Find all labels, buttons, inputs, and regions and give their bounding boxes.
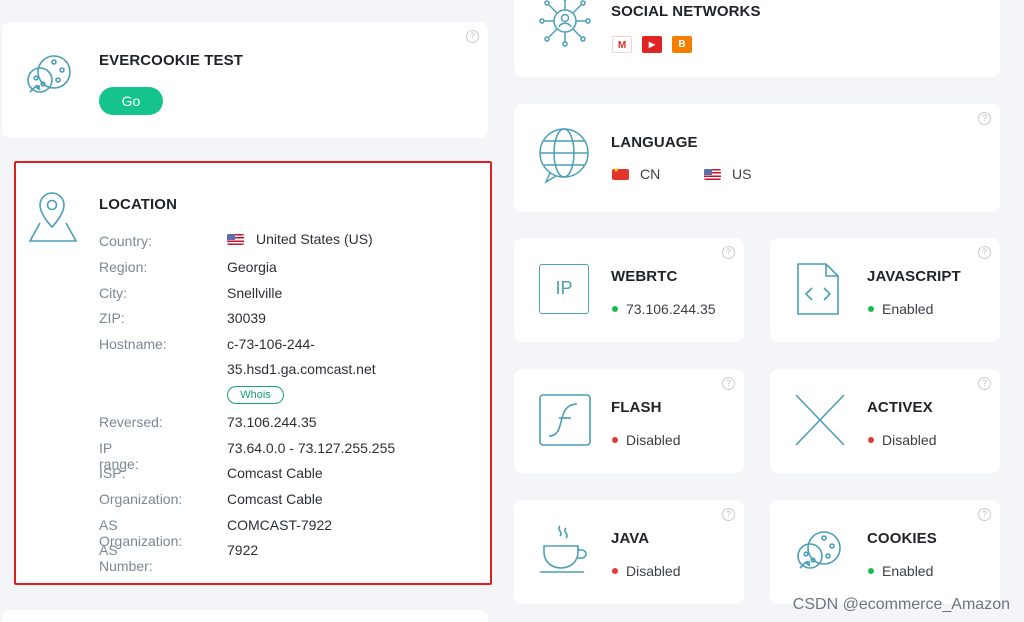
row-value: 30039 [227, 310, 266, 326]
status-dot [868, 306, 874, 312]
row-label: ISP: [99, 465, 126, 481]
status-dot [868, 568, 874, 574]
row-value: Georgia [227, 259, 277, 275]
row-label: Country: [99, 233, 152, 249]
flash-title: FLASH [611, 399, 662, 416]
blogger-icon: B [672, 36, 692, 53]
youtube-icon: ▶ [642, 36, 662, 53]
webrtc-ip: 73.106.244.35 [626, 301, 716, 317]
java-title: JAVA [611, 530, 650, 547]
language-card: ? LANGUAGE CN US [514, 104, 1000, 212]
row-value-continued: 35.hsd1.ga.comcast.net [227, 361, 376, 377]
network-user-icon [539, 0, 591, 47]
language-title: LANGUAGE [611, 134, 698, 151]
activex-title: ACTIVEX [867, 399, 933, 416]
cookies-status: Enabled [868, 563, 933, 579]
coffee-cup-icon [540, 525, 587, 573]
row-label: Hostname: [99, 336, 167, 352]
activex-status: Disabled [868, 432, 936, 448]
webrtc-title: WEBRTC [611, 268, 678, 285]
activex-card: ? ACTIVEX Disabled [770, 369, 1000, 473]
country-value: United States (US) [256, 231, 373, 247]
evercookie-title: EVERCOOKIE TEST [99, 52, 244, 69]
status-dot [612, 306, 618, 312]
javascript-title: JAVASCRIPT [867, 268, 961, 285]
cookies-value: Enabled [882, 563, 934, 579]
help-icon[interactable]: ? [978, 112, 991, 125]
cn-flag-icon [612, 166, 629, 180]
status-dot [612, 568, 618, 574]
ip-icon: IP [539, 264, 589, 314]
java-status: Disabled [612, 563, 680, 579]
help-icon[interactable]: ? [978, 508, 991, 521]
java-card: ? JAVA Disabled [514, 500, 744, 604]
language-code: CN [640, 166, 661, 182]
row-value: c-73-106-244- [227, 336, 315, 352]
cookies-card: ? COOKIES Enabled [770, 500, 1000, 604]
whois-button[interactable]: Whois [227, 386, 284, 404]
flash-status: Disabled [612, 432, 680, 448]
row-value: 7922 [227, 542, 259, 558]
cookies-icon [797, 531, 841, 569]
row-value: 73.106.244.35 [227, 414, 317, 430]
row-label: ZIP: [99, 310, 125, 326]
evercookie-card: ? EVERCOOKIE TEST Go [2, 22, 488, 138]
cookies-title: COOKIES [867, 530, 937, 547]
next-card-partial [2, 610, 488, 622]
globe-icon [539, 128, 589, 184]
row-value: Comcast Cable [227, 491, 323, 507]
help-icon[interactable]: ? [722, 377, 735, 390]
row-value: COMCAST-7922 [227, 517, 333, 533]
help-icon[interactable]: ? [722, 508, 735, 521]
go-button[interactable]: Go [99, 87, 163, 115]
row-label: AS Number: [99, 542, 153, 574]
activex-icon [795, 394, 845, 446]
row-value: Comcast Cable [227, 465, 323, 481]
language-item-cn: CN [612, 166, 660, 182]
row-label: City: [99, 285, 127, 301]
us-flag-icon [227, 233, 244, 245]
status-dot [868, 437, 874, 443]
language-item-us: US [704, 166, 751, 182]
location-card: LOCATION Country: United States (US) Reg… [14, 161, 492, 585]
help-icon[interactable]: ? [978, 246, 991, 259]
help-icon[interactable]: ? [978, 377, 991, 390]
row-value: Snellville [227, 285, 283, 301]
webrtc-status: 73.106.244.35 [612, 301, 716, 317]
status-dot [612, 437, 618, 443]
flash-icon [539, 394, 591, 446]
row-value: 73.64.0.0 - 73.127.255.255 [227, 440, 396, 456]
language-code: US [732, 166, 752, 182]
row-label: Reversed: [99, 414, 163, 430]
java-value: Disabled [626, 563, 681, 579]
flash-value: Disabled [626, 432, 681, 448]
watermark: CSDN @ecommerce_Amazon [792, 596, 1010, 613]
us-flag-icon [704, 168, 721, 180]
help-icon[interactable]: ? [722, 246, 735, 259]
social-networks-card: SOCIAL NETWORKS M ▶ B [514, 0, 1000, 77]
activex-value: Disabled [882, 432, 937, 448]
row-value: United States (US) [227, 231, 373, 247]
gmail-icon: M [612, 36, 632, 53]
location-title: LOCATION [99, 196, 178, 213]
cookies-icon [27, 55, 71, 93]
javascript-status: Enabled [868, 301, 933, 317]
map-pin-icon [28, 192, 78, 242]
flash-card: ? FLASH Disabled [514, 369, 744, 473]
code-file-icon [797, 263, 839, 315]
row-label: Organization: [99, 491, 183, 507]
webrtc-card: ? IP WEBRTC 73.106.244.35 [514, 238, 744, 342]
javascript-value: Enabled [882, 301, 934, 317]
help-icon[interactable]: ? [466, 30, 479, 43]
row-label: Region: [99, 259, 148, 275]
social-networks-title: SOCIAL NETWORKS [611, 3, 761, 20]
javascript-card: ? JAVASCRIPT Enabled [770, 238, 1000, 342]
